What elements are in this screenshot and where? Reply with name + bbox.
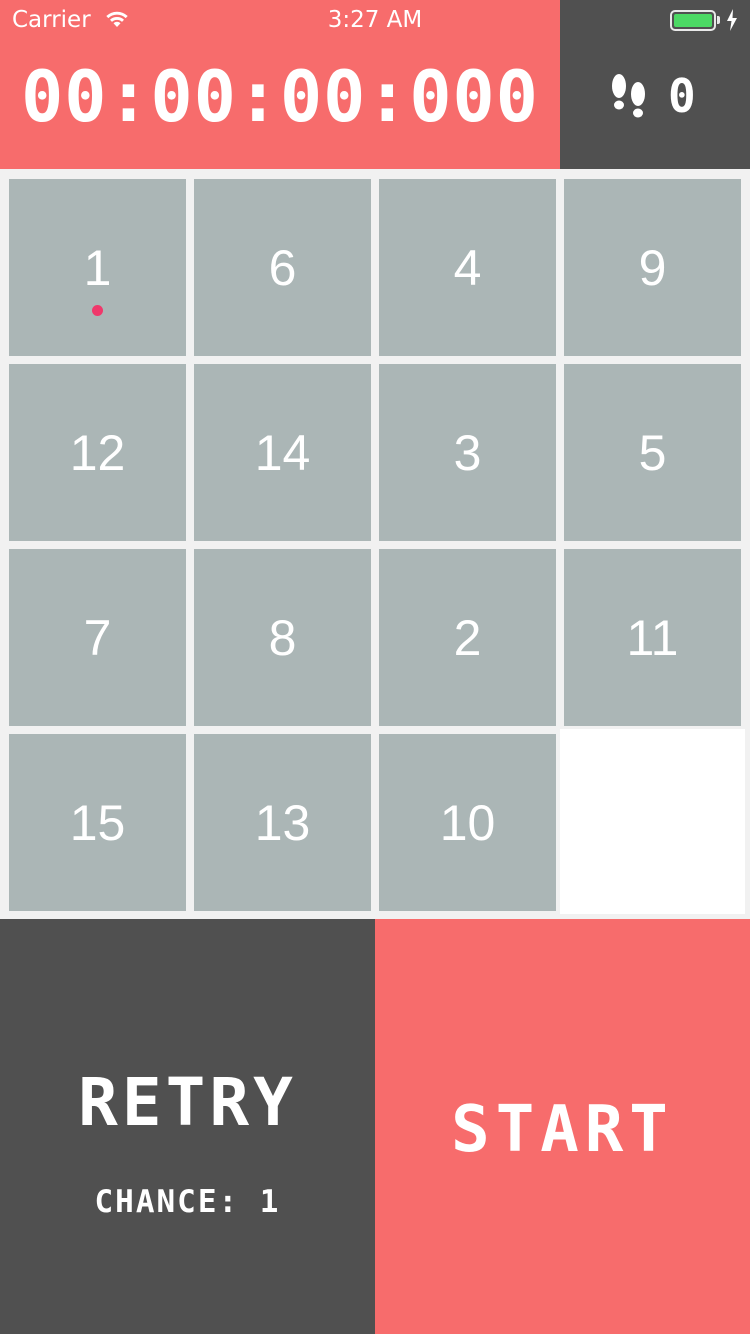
tile-label: 15 (69, 794, 126, 851)
chance-label: CHANCE: 1 (94, 1184, 281, 1220)
tile-label: 3 (453, 424, 482, 481)
tile-4[interactable]: 4 (379, 179, 556, 356)
tile-13[interactable]: 13 (194, 734, 371, 911)
tile-label: 11 (626, 609, 679, 666)
start-button[interactable]: START (375, 919, 750, 1334)
tile-14[interactable]: 14 (194, 364, 371, 541)
tile-11[interactable]: 11 (564, 549, 741, 726)
retry-label: RETRY (78, 1064, 297, 1141)
tile-2[interactable]: 2 (379, 549, 556, 726)
status-time: 3:27 AM (327, 7, 423, 33)
tile-3[interactable]: 3 (379, 364, 556, 541)
footprints-icon (608, 72, 650, 128)
puzzle-board: 1 6 4 9 12 14 3 5 7 8 2 11 15 13 10 (0, 169, 750, 919)
tile-label: 4 (453, 239, 482, 296)
tile-7[interactable]: 7 (9, 549, 186, 726)
tile-10[interactable]: 10 (379, 734, 556, 911)
retry-button[interactable]: RETRY CHANCE: 1 (0, 919, 375, 1334)
tile-label: 7 (83, 609, 112, 666)
tile-label: 8 (268, 609, 297, 666)
tile-label: 13 (254, 794, 311, 851)
battery-icon (670, 10, 720, 31)
tile-label: 9 (638, 239, 667, 296)
tile-9[interactable]: 9 (564, 179, 741, 356)
tile-label: 6 (268, 239, 297, 296)
steps-counter: 0 (668, 69, 696, 123)
tile-label: 12 (69, 424, 126, 481)
charging-bolt-icon (726, 9, 738, 37)
empty-slot (560, 729, 745, 914)
tile-label: 2 (453, 609, 482, 666)
tile-15[interactable]: 15 (9, 734, 186, 911)
status-bar: Carrier 3:27 AM (0, 0, 750, 40)
tile-5[interactable]: 5 (564, 364, 741, 541)
tile-label: 10 (439, 794, 496, 851)
position-marker-dot (92, 305, 103, 316)
tile-12[interactable]: 12 (9, 364, 186, 541)
tile-6[interactable]: 6 (194, 179, 371, 356)
tile-label: 5 (638, 424, 667, 481)
tile-label: 1 (83, 239, 112, 296)
tile-8[interactable]: 8 (194, 549, 371, 726)
elapsed-timer: 00:00:00:000 (21, 56, 539, 138)
start-label: START (451, 1092, 674, 1167)
tile-label: 14 (254, 424, 311, 481)
tile-1[interactable]: 1 (9, 179, 186, 356)
